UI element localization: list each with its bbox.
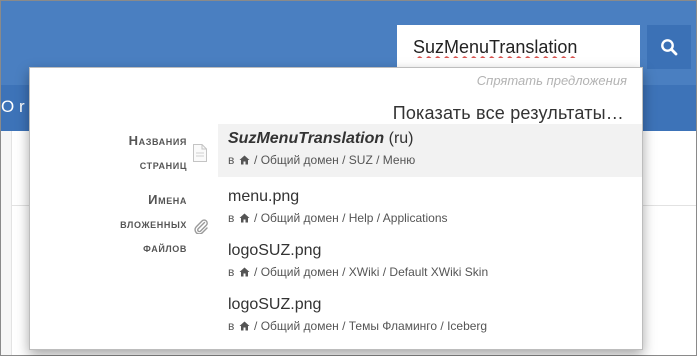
category-attachment-names: Имена вложенных файлов [120,188,187,260]
suggestion-title: logoSUZ.png [228,296,322,313]
location-prefix: в [228,319,235,333]
show-all-results-link[interactable]: Показать все результаты… [393,103,624,124]
secondary-bar-text: O r [1,97,25,116]
search-button[interactable] [647,25,691,69]
suggestion-item[interactable]: menu.png в / Общий домен / Help / Applic… [218,182,642,235]
hide-suggestions-link[interactable]: Спрятать предложения [477,73,627,88]
home-icon [239,321,250,331]
location-prefix: в [228,265,235,279]
location-prefix: в [228,211,235,225]
location-prefix: в [228,153,235,167]
search-suggestions-dropdown: Спрятать предложения Показать все резуль… [29,67,643,350]
suggestion-title: SuzMenuTranslation (ru) [228,130,642,148]
location-path: / Общий домен / Темы Фламинго / Iceberg [250,319,488,333]
suggestion-item[interactable]: logoSUZ.png в / Общий домен / XWiki / De… [218,236,642,289]
suggestion-title-name: SuzMenuTranslation [228,130,385,147]
suggestion-title: logoSUZ.png [228,242,322,259]
category-label-line: Имена [148,192,187,207]
category-label-line: вложенных [120,216,187,231]
left-edge-panel [1,131,12,355]
home-icon [239,155,250,165]
suggestion-item[interactable]: SuzMenuTranslation (ru) в / Общий домен … [218,124,642,177]
app-frame: O r Спрятать предложения Показать все ре… [0,0,697,356]
category-page-titles: Названия страниц [129,129,187,177]
suggestion-location: в / Общий домен / Help / Applications [228,211,642,225]
location-path: / Общий домен / SUZ / Меню [250,153,416,167]
home-icon [239,267,250,277]
search-icon [661,39,678,56]
suggestion-location: в / Общий домен / XWiki / Default XWiki … [228,265,642,279]
suggestion-location: в / Общий домен / Темы Фламинго / Iceber… [228,319,642,333]
search-input[interactable] [397,25,640,69]
document-icon [193,144,207,162]
suggestion-location: в / Общий домен / SUZ / Меню [228,153,642,167]
location-path: / Общий домен / Help / Applications [250,211,448,225]
suggestion-title: menu.png [228,188,300,205]
category-label-line: страниц [139,157,187,172]
category-label-line: файлов [143,240,187,255]
suggestion-item[interactable]: logoSUZ.png в / Общий домен / Темы Флами… [218,290,642,343]
category-label-line: Названия [128,133,187,148]
home-icon [239,213,250,223]
location-path: / Общий домен / XWiki / Default XWiki Sk… [250,265,489,279]
suggestion-language: (ru) [384,130,414,147]
paperclip-icon [194,219,208,234]
